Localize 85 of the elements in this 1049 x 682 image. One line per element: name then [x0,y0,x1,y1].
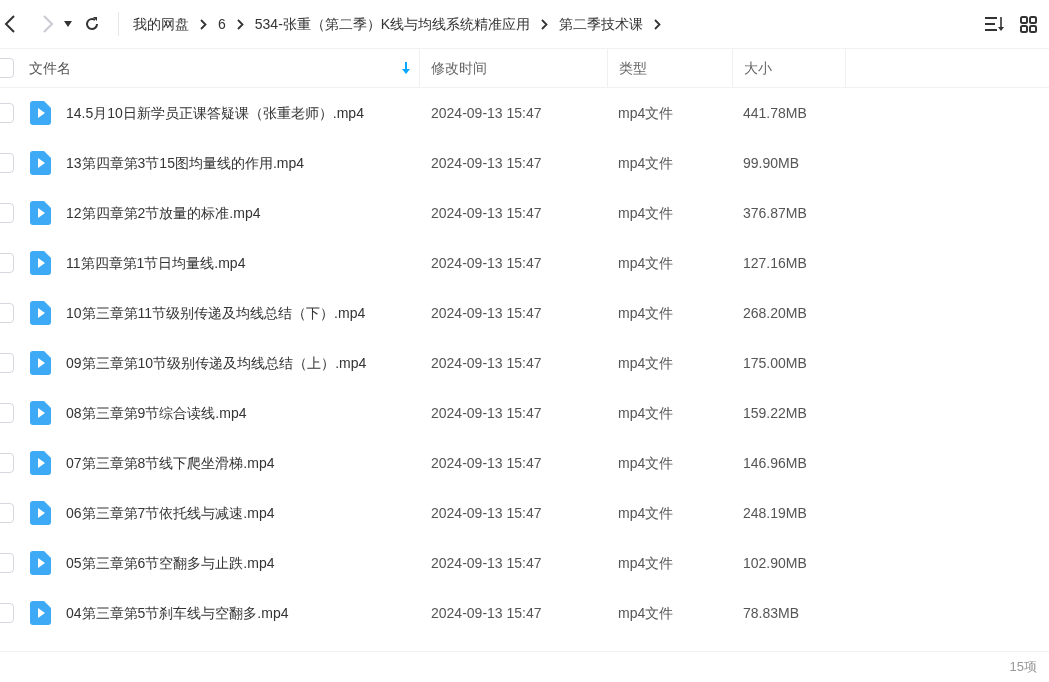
checkbox[interactable] [0,253,14,273]
chevron-right-icon [236,18,244,30]
chevron-right-icon [541,18,549,30]
file-type: mp4文件 [617,353,675,373]
breadcrumb-link[interactable]: 第二季技术课 [559,13,644,35]
file-size: 127.16MB [742,253,808,273]
file-type: mp4文件 [617,303,675,323]
video-file-icon [30,301,51,325]
item-count: 15项 [1009,658,1037,677]
file-name[interactable]: 05第三章第6节空翻多与止跌.mp4 [66,552,275,574]
video-file-icon [30,351,51,375]
video-file-icon [30,451,51,475]
file-name[interactable]: 06第三章第7节依托线与减速.mp4 [66,502,275,524]
file-size: 248.19MB [742,503,808,523]
file-name[interactable]: 07第三章第8节线下爬坐滑梯.mp4 [66,452,275,474]
modified-time: 2024-09-13 15:47 [430,603,543,623]
checkbox[interactable] [0,103,14,123]
modified-time: 2024-09-13 15:47 [430,453,543,473]
checkbox[interactable] [0,153,14,173]
checkbox[interactable] [0,203,14,223]
file-size: 78.83MB [742,603,801,623]
checkbox[interactable] [0,453,14,473]
checkbox[interactable] [0,603,14,623]
file-type: mp4文件 [617,403,675,423]
column-header[interactable]: 修改时间 [431,57,487,79]
file-type: mp4文件 [617,503,675,523]
column-header[interactable]: 大小 [744,57,772,79]
refresh-icon[interactable] [84,16,100,32]
modified-time: 2024-09-13 15:47 [430,353,543,373]
column-header[interactable]: 类型 [619,57,647,79]
grid-view-icon[interactable] [1020,15,1037,33]
file-name[interactable]: 08第三章第9节综合读线.mp4 [66,402,247,424]
checkbox[interactable] [0,403,14,423]
chevron-right-icon [200,18,207,30]
breadcrumb-link[interactable]: 534-张重（第二季）K线与均线系统精准应用 [254,13,531,35]
file-size: 175.00MB [742,353,808,373]
checkbox[interactable] [0,58,14,78]
column-header[interactable]: 文件名 [29,57,71,79]
file-name[interactable]: 14.5月10日新学员正课答疑课（张重老师）.mp4 [66,102,364,124]
breadcrumb-link[interactable]: 我的网盘 [133,13,189,35]
modified-time: 2024-09-13 15:47 [430,403,543,423]
video-file-icon [30,251,51,275]
modified-time: 2024-09-13 15:47 [430,503,543,523]
file-name[interactable]: 04第三章第5节刹车线与空翻多.mp4 [66,602,289,624]
video-file-icon [30,601,51,625]
sort-list-icon[interactable] [984,16,1006,32]
checkbox[interactable] [0,353,14,373]
checkbox[interactable] [0,503,14,523]
checkbox[interactable] [0,303,14,323]
file-size: 441.78MB [742,103,808,123]
video-file-icon [30,151,51,175]
breadcrumb-link[interactable]: 6 [218,13,226,35]
file-type: mp4文件 [617,453,675,473]
modified-time: 2024-09-13 15:47 [430,153,543,173]
file-size: 102.90MB [742,553,808,573]
modified-time: 2024-09-13 15:47 [430,553,543,573]
file-size: 99.90MB [742,153,801,173]
file-name[interactable]: 11第四章第1节日均量线.mp4 [66,252,246,274]
video-file-icon [30,201,51,225]
file-type: mp4文件 [617,553,675,573]
file-size: 268.20MB [742,303,808,323]
video-file-icon [30,551,51,575]
file-size: 159.22MB [742,403,808,423]
video-file-icon [30,501,51,525]
video-file-icon [30,101,51,125]
file-name[interactable]: 09第三章第10节级别传递及均线总结（上）.mp4 [66,352,367,374]
modified-time: 2024-09-13 15:47 [430,103,543,123]
file-name[interactable]: 13第四章第3节15图均量线的作用.mp4 [66,152,305,174]
file-type: mp4文件 [617,103,675,123]
modified-time: 2024-09-13 15:47 [430,303,543,323]
file-name[interactable]: 10第三章第11节级别传递及均线总结（下）.mp4 [66,302,366,324]
modified-time: 2024-09-13 15:47 [430,253,543,273]
dropdown-caret-icon[interactable] [64,21,72,27]
chevron-right-icon [654,18,662,30]
file-type: mp4文件 [617,603,675,623]
file-type: mp4文件 [617,153,675,173]
file-type: mp4文件 [617,203,675,223]
file-size: 146.96MB [742,453,808,473]
file-name[interactable]: 12第四章第2节放量的标准.mp4 [66,202,261,224]
modified-time: 2024-09-13 15:47 [430,203,543,223]
sort-arrow-icon[interactable] [401,62,411,74]
checkbox[interactable] [0,553,14,573]
file-size: 376.87MB [742,203,808,223]
file-type: mp4文件 [617,253,675,273]
video-file-icon [30,401,51,425]
